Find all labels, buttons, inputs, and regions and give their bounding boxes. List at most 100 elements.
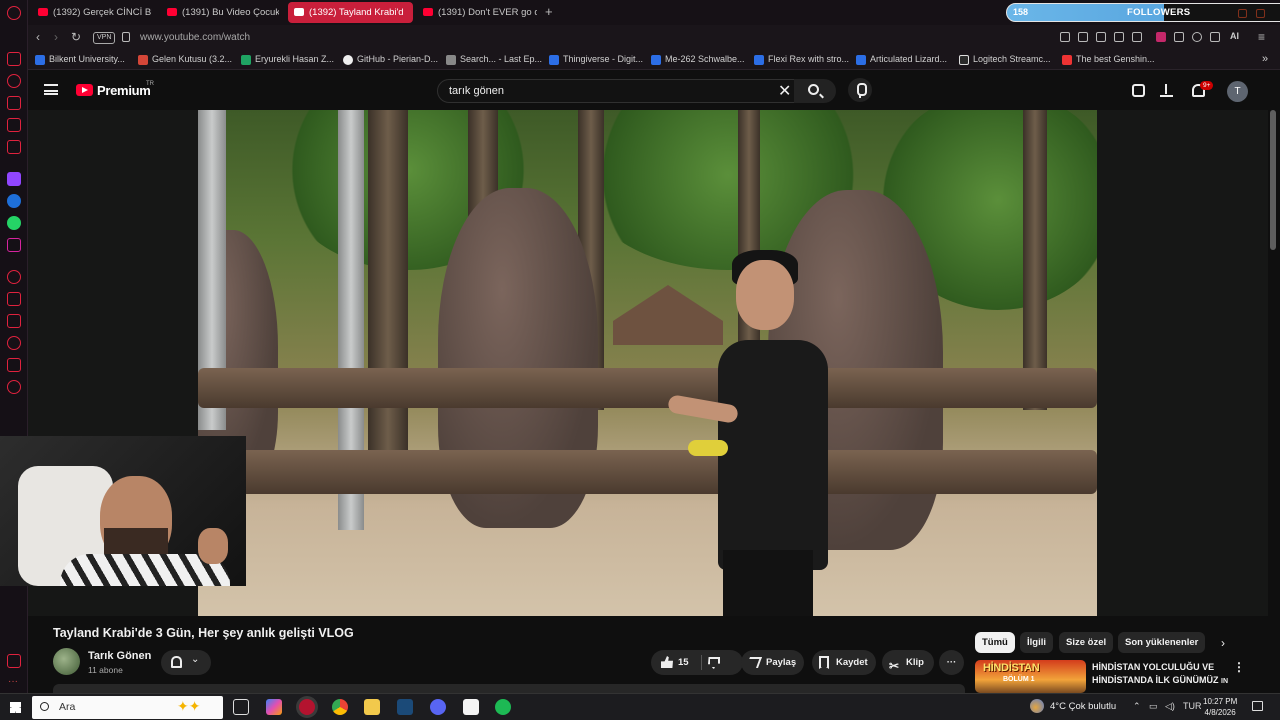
steam-icon[interactable] bbox=[397, 699, 413, 715]
music-icon[interactable] bbox=[7, 140, 21, 154]
pinboard-icon[interactable] bbox=[7, 292, 21, 306]
weather-text[interactable]: 4°C Çok bulutlu bbox=[1050, 701, 1116, 712]
hamburger-menu-icon[interactable] bbox=[44, 84, 58, 95]
heart-icon[interactable] bbox=[1132, 32, 1142, 42]
url-field[interactable]: www.youtube.com/watch bbox=[140, 32, 250, 43]
clock-icon[interactable] bbox=[7, 336, 21, 350]
recommendation-thumbnail[interactable]: HİNDİSTAN BÖLÜM 1 bbox=[975, 660, 1086, 693]
extension-icon[interactable] bbox=[1156, 32, 1166, 42]
player-icon[interactable] bbox=[7, 270, 21, 284]
opera-gx-icon[interactable] bbox=[299, 699, 315, 715]
chevron-right-icon[interactable]: › bbox=[1221, 636, 1225, 650]
language-indicator[interactable]: TUR bbox=[1183, 701, 1202, 711]
youtube-logo-icon[interactable] bbox=[76, 84, 93, 96]
messages-icon[interactable] bbox=[7, 118, 21, 132]
create-icon[interactable] bbox=[1132, 84, 1145, 97]
subscription-bell-button[interactable]: ⌄ bbox=[161, 650, 211, 675]
chip-related[interactable]: İlgili bbox=[1020, 632, 1053, 653]
search-input[interactable]: tarık gönen ✕ bbox=[437, 79, 821, 103]
bookmark-lizard[interactable]: Articulated Lizard... bbox=[856, 54, 947, 65]
tray-chevron-icon[interactable]: ⌃ bbox=[1133, 701, 1141, 712]
twitch-icon[interactable] bbox=[7, 172, 21, 186]
wallet-icon[interactable] bbox=[7, 96, 21, 110]
more-actions-button[interactable]: ··· bbox=[939, 650, 964, 675]
upload-icon[interactable] bbox=[1160, 84, 1173, 97]
task-view-icon[interactable] bbox=[233, 699, 249, 715]
bookmark-me262[interactable]: Me-262 Schwalbe... bbox=[651, 54, 745, 65]
opera-logo-icon[interactable] bbox=[7, 6, 21, 20]
chat-icon[interactable] bbox=[7, 358, 21, 372]
network-icon[interactable]: ▭ bbox=[1149, 701, 1158, 712]
channel-avatar[interactable] bbox=[53, 648, 80, 675]
file-explorer-icon[interactable] bbox=[364, 699, 380, 715]
taskbar-search[interactable]: Ara ✦✦ bbox=[32, 696, 223, 719]
bookmark-icon[interactable] bbox=[1060, 32, 1070, 42]
bookmark-github[interactable]: GitHub - Pierian-D... bbox=[343, 54, 438, 65]
description-box[interactable] bbox=[53, 684, 965, 693]
pdf-icon[interactable] bbox=[463, 699, 479, 715]
search-query[interactable]: tarık gönen bbox=[449, 85, 504, 97]
shield-icon[interactable] bbox=[1096, 32, 1106, 42]
discord-icon[interactable] bbox=[430, 699, 446, 715]
menu-icon[interactable]: ≡ bbox=[1258, 30, 1265, 44]
recommendation-title[interactable]: HİNDİSTAN YOLCULUĞU VE HİNDİSTANDA İLK G… bbox=[1092, 661, 1228, 688]
voice-search-icon[interactable] bbox=[848, 78, 872, 102]
back-icon[interactable]: ‹ bbox=[36, 30, 40, 44]
windows-start-icon[interactable] bbox=[10, 702, 21, 713]
lock-icon[interactable] bbox=[122, 32, 130, 42]
channel-name[interactable]: Tarık Gönen bbox=[88, 650, 151, 662]
spotify-icon[interactable] bbox=[495, 699, 511, 715]
tab-2[interactable]: (1391) Bu Video Çocukluk bbox=[161, 2, 279, 23]
vpn-badge[interactable]: VPN bbox=[93, 32, 116, 44]
thumbs-down-icon[interactable] bbox=[708, 657, 720, 669]
notification-center-icon[interactable] bbox=[1252, 701, 1263, 711]
bookmark-drive[interactable]: Eryurekli Hasan Z... bbox=[241, 54, 334, 65]
volume-icon[interactable]: ◁) bbox=[1165, 701, 1175, 712]
tab-1[interactable]: (1392) Gerçek CİNCİ BÜYÜ bbox=[32, 2, 152, 23]
bookmarks-overflow-icon[interactable]: » bbox=[1262, 53, 1268, 65]
cube-icon[interactable] bbox=[1174, 32, 1184, 42]
instagram-icon[interactable] bbox=[7, 238, 21, 252]
chip-recent[interactable]: Son yüklenenler bbox=[1118, 632, 1206, 653]
account-avatar[interactable]: T bbox=[1227, 81, 1248, 102]
chip-for-you[interactable]: Size özel bbox=[1059, 632, 1114, 653]
tab-3-active[interactable]: (1392) Tayland Krabi'd bbox=[288, 2, 413, 23]
clip-button[interactable]: ✂ Klip bbox=[882, 650, 934, 675]
settings-icon[interactable] bbox=[7, 380, 21, 394]
tabs-icon[interactable] bbox=[7, 314, 21, 328]
chip-all[interactable]: Tümü bbox=[975, 632, 1015, 653]
bookmark-flexi-rex[interactable]: Flexi Rex with stro... bbox=[754, 54, 849, 65]
play-icon[interactable] bbox=[1114, 32, 1124, 42]
ai-button[interactable]: AI bbox=[1230, 31, 1239, 41]
bookmark-bilkent[interactable]: Bilkent University... bbox=[35, 54, 125, 65]
scrollbar[interactable] bbox=[1270, 110, 1276, 250]
snapshot-icon[interactable] bbox=[1078, 32, 1088, 42]
history-icon[interactable] bbox=[7, 74, 21, 88]
bookmark-search[interactable]: Search... - Last Ep... bbox=[446, 54, 542, 65]
copilot-icon[interactable] bbox=[266, 699, 282, 715]
bookmark-logitech[interactable]: Logitech Streamc... bbox=[959, 54, 1051, 65]
thumbs-up-icon[interactable] bbox=[661, 656, 673, 668]
share-button[interactable]: Paylaş bbox=[741, 650, 804, 675]
new-tab-button[interactable]: + bbox=[545, 4, 553, 19]
weather-icon[interactable] bbox=[1030, 699, 1044, 713]
more-dots-icon[interactable]: ··· bbox=[8, 676, 18, 687]
whatsapp-icon[interactable] bbox=[7, 216, 21, 230]
bookmark-genshin[interactable]: The best Genshin... bbox=[1062, 54, 1155, 65]
clock[interactable]: 10:27 PM 4/8/2026 bbox=[1203, 696, 1237, 718]
save-button[interactable]: Kaydet bbox=[812, 650, 876, 675]
bookmark-thingiverse[interactable]: Thingiverse - Digit... bbox=[549, 54, 643, 65]
recommendation-menu-icon[interactable]: ⋮ bbox=[1233, 660, 1245, 674]
like-count[interactable]: 15 bbox=[678, 650, 689, 675]
download-icon[interactable] bbox=[1210, 32, 1220, 42]
messenger-icon[interactable] bbox=[7, 194, 21, 208]
gx-icon[interactable] bbox=[7, 654, 21, 668]
video-player[interactable] bbox=[198, 110, 1097, 616]
forward-icon[interactable]: › bbox=[54, 30, 58, 44]
profile-icon[interactable] bbox=[1192, 32, 1202, 42]
youtube-premium-logo[interactable]: Premium bbox=[97, 83, 151, 98]
tab-4[interactable]: (1391) Don't EVER go dow bbox=[417, 2, 537, 23]
search-button[interactable] bbox=[794, 79, 836, 103]
bookmark-gmail[interactable]: Gelen Kutusu (3.2... bbox=[138, 54, 232, 65]
chrome-icon[interactable] bbox=[332, 699, 348, 715]
